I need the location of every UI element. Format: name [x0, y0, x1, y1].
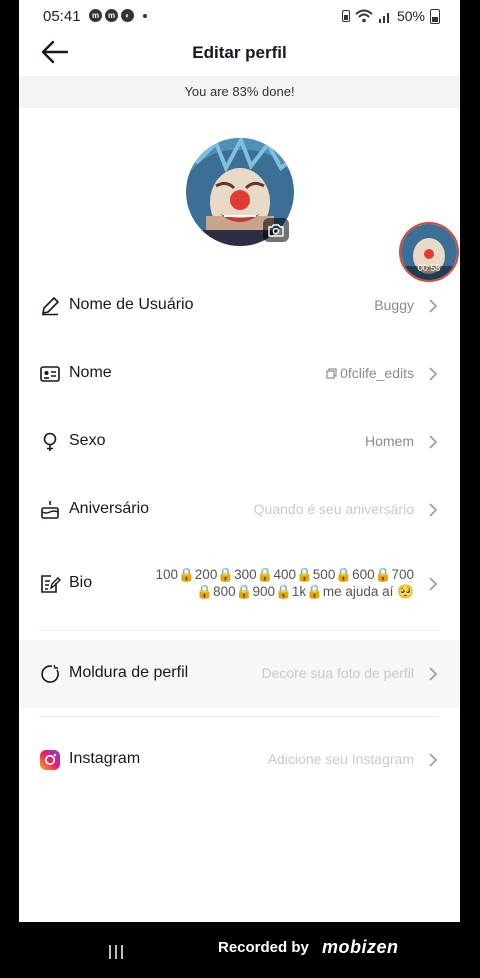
- id-card-icon: [40, 366, 60, 382]
- change-photo-button[interactable]: [263, 218, 289, 242]
- profile-progress-banner: You are 83% done!: [19, 76, 460, 108]
- row-username[interactable]: Nome de Usuário Buggy: [19, 284, 460, 328]
- row-instagram[interactable]: Instagram Adicione seu Instagram: [19, 738, 460, 782]
- wifi-icon: [355, 9, 373, 23]
- row-name[interactable]: Nome 0fclife_edits: [19, 352, 460, 396]
- row-value: Buggy: [374, 297, 414, 313]
- page-title: Editar perfil: [192, 43, 287, 62]
- chevron-right-icon: [429, 753, 438, 767]
- header: Editar perfil: [19, 32, 460, 74]
- copy-icon: [326, 368, 337, 379]
- battery-icon: [430, 8, 440, 24]
- system-status: 50%: [341, 8, 440, 24]
- signal-icon: [378, 12, 389, 23]
- notification-icons: m m ◐: [89, 9, 147, 22]
- recent-apps-button[interactable]: [109, 945, 123, 959]
- chrome-icon: ◐: [121, 9, 134, 22]
- divider: [39, 716, 439, 717]
- edit-profile-screen: 05:41 m m ◐ 50% Editar perfil You are 83…: [19, 0, 460, 922]
- row-label: Bio: [69, 574, 93, 591]
- instagram-icon: [40, 750, 60, 770]
- pencil-icon: [42, 297, 59, 316]
- row-value: 0fclife_edits: [326, 365, 414, 381]
- row-gender[interactable]: Sexo Homem: [19, 420, 460, 464]
- row-value: Homem: [364, 433, 414, 449]
- row-label: Instagram: [69, 750, 141, 767]
- more-notifications-icon: [143, 13, 147, 18]
- alarm-icon: [341, 10, 350, 22]
- recorded-by-label: Recorded by: [218, 939, 309, 956]
- battery-percent: 50%: [396, 8, 425, 24]
- bio-value: 100🔒200🔒300🔒400🔒500🔒600🔒700 🔒800🔒900🔒1k🔒…: [134, 566, 414, 600]
- chevron-right-icon: [429, 503, 438, 517]
- name-value: 0fclife_edits: [340, 365, 414, 381]
- status-bar: 05:41 m m ◐ 50%: [19, 0, 460, 32]
- bio-line-2: 🔒800🔒900🔒1k🔒me ajuda aí 🥺: [196, 584, 414, 599]
- row-birthday[interactable]: Aniversário Quando é seu aniversário: [19, 488, 460, 532]
- chevron-right-icon: [429, 435, 438, 449]
- row-value: Decore sua foto de perfil: [261, 665, 414, 681]
- mobizen-notification-icon: m: [105, 9, 118, 22]
- camera-icon: [268, 224, 284, 237]
- chevron-right-icon: [429, 667, 438, 681]
- recording-timer: 00:58: [417, 263, 441, 273]
- row-label: Aniversário: [69, 500, 150, 517]
- row-bio[interactable]: Bio 100🔒200🔒300🔒400🔒500🔒600🔒700 🔒800🔒900…: [19, 560, 460, 608]
- recording-preview-bubble[interactable]: 00:58: [399, 222, 459, 282]
- row-value: Adicione seu Instagram: [267, 751, 414, 767]
- mobizen-logo: mobizen: [322, 937, 399, 957]
- gender-icon: [43, 432, 57, 451]
- row-label: Nome: [69, 364, 112, 381]
- frame-circle-icon: [41, 664, 59, 683]
- row-label: Moldura de perfil: [69, 664, 189, 681]
- row-profile-frame[interactable]: Moldura de perfil Decore sua foto de per…: [19, 640, 460, 708]
- divider: [39, 630, 439, 631]
- mobizen-notification-icon: m: [89, 9, 102, 22]
- bio-line-1: 100🔒200🔒300🔒400🔒500🔒600🔒700: [155, 567, 414, 582]
- bio-edit-icon: [41, 575, 61, 593]
- chevron-right-icon: [429, 577, 438, 591]
- row-value: Quando é seu aniversário: [253, 501, 414, 517]
- row-label: Nome de Usuário: [69, 296, 194, 313]
- chevron-right-icon: [429, 299, 438, 313]
- status-time: 05:41: [43, 8, 81, 25]
- cake-icon: [41, 501, 59, 519]
- row-label: Sexo: [69, 432, 106, 449]
- chevron-right-icon: [429, 367, 438, 381]
